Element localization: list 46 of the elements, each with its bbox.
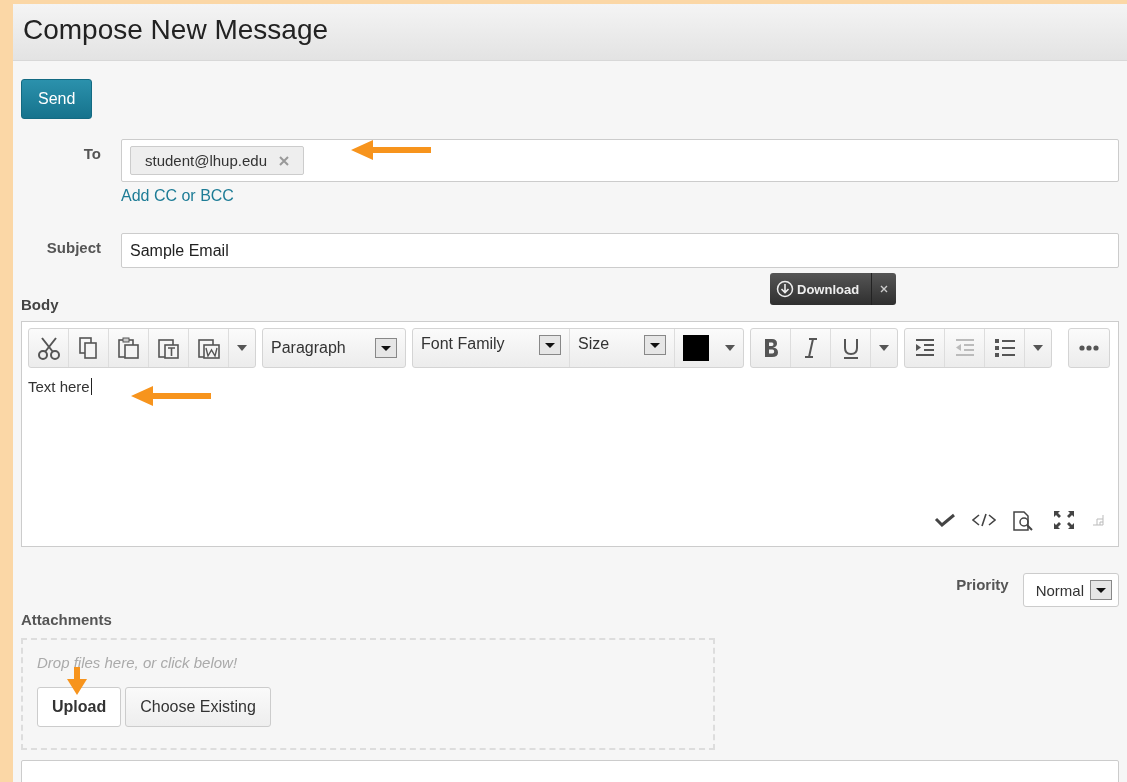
select-label: Font Family: [421, 335, 505, 353]
body-text: Text here: [28, 378, 92, 395]
format-select[interactable]: Font Family: [413, 329, 570, 367]
more-icon: [1079, 345, 1099, 351]
field-label: Priority: [956, 575, 1009, 593]
field-label: Subject: [45, 238, 101, 258]
code-icon[interactable]: [972, 512, 996, 528]
paste-text-icon: [156, 336, 181, 360]
select-label: Size: [578, 335, 610, 353]
text-field[interactable]: [21, 760, 1119, 782]
arrow-icon: [131, 386, 211, 406]
arrow-icon: [351, 140, 431, 160]
caret-icon: [237, 345, 247, 351]
select-label: Paragraph: [271, 339, 346, 357]
caret-icon: [879, 345, 889, 351]
recipient-address: student@lhup.edu: [145, 152, 267, 169]
drop-zone[interactable]: Drop files here, or click below! Upload Choose Existing: [21, 638, 715, 750]
section-label: Attachments: [21, 611, 113, 628]
download-button[interactable]: Download: [770, 273, 873, 305]
download-icon: [776, 280, 794, 298]
subject-field[interactable]: Sample Email: [121, 233, 1119, 268]
fullscreen-icon[interactable]: [1052, 509, 1076, 531]
paste-icon: [116, 336, 141, 360]
scissors-icon: [36, 336, 61, 360]
caret-icon: [725, 345, 735, 351]
paste-word-icon: [196, 336, 221, 360]
resize-handle-icon[interactable]: [1092, 514, 1104, 526]
download-popup[interactable]: Download: [770, 273, 897, 305]
choose-existing-button[interactable]: Choose Existing: [125, 687, 271, 727]
format-select[interactable]: Paragraph: [263, 329, 405, 367]
arrow-icon: [67, 667, 87, 695]
recipient-chip[interactable]: student@lhup.edu: [130, 146, 304, 175]
recipient-field[interactable]: student@lhup.edu: [121, 139, 1119, 182]
field-label: Body: [21, 296, 60, 313]
field-label: To: [82, 144, 101, 164]
drop-hint: Drop files here, or click below!: [37, 654, 238, 671]
spellcheck-icon[interactable]: [934, 513, 956, 527]
close-icon: [880, 285, 889, 293]
format-select[interactable]: Size: [570, 329, 675, 367]
caret-icon: [1033, 345, 1043, 351]
send-button[interactable]: Send: [21, 79, 93, 119]
editor-area[interactable]: Paragraph Font Family Size Text here: [21, 321, 1119, 547]
priority-select[interactable]: Normal: [1022, 573, 1119, 607]
add-cc-link[interactable]: Add CC or BCC: [121, 187, 234, 205]
upload-button[interactable]: Upload: [37, 687, 122, 727]
bullet-list-icon: [992, 336, 1017, 360]
